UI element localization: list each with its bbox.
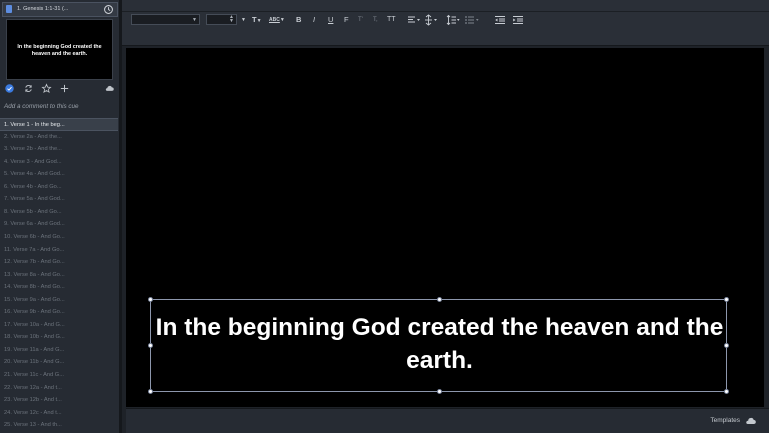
cue-title: 1. Genesis 1:1-31 (... <box>17 6 69 12</box>
verse-list-item[interactable]: 15. Verse 9a - And Go... <box>0 294 118 307</box>
resize-handle-top-left[interactable] <box>148 297 153 302</box>
font-family-select[interactable]: ▼ <box>131 14 200 25</box>
resize-handle-left[interactable] <box>148 343 153 348</box>
verse-list-item[interactable]: 19. Verse 11a - And G... <box>0 344 118 357</box>
verse-list-item[interactable]: 1. Verse 1 - In the beg... <box>0 118 118 131</box>
templates-button[interactable]: Templates <box>710 417 740 424</box>
panel-divider[interactable] <box>119 0 122 433</box>
superscript-button[interactable]: T' <box>358 14 363 26</box>
uppercase-button[interactable]: TT <box>387 14 396 26</box>
slide-canvas[interactable]: In the beginning God created the heaven … <box>126 48 764 407</box>
resize-handle-top-right[interactable] <box>724 297 729 302</box>
verse-list-item[interactable]: 5. Verse 4a - And God... <box>0 168 118 181</box>
verse-list-item[interactable]: 23. Verse 12b - And t... <box>0 394 118 407</box>
stepper-icon: ▲ ▼ <box>229 14 234 24</box>
refresh-icon[interactable] <box>23 83 34 94</box>
verse-list-item[interactable]: 22. Verse 12a - And t... <box>0 382 118 395</box>
bold-button[interactable]: B <box>296 14 301 26</box>
vertical-align-icon[interactable] <box>424 14 438 26</box>
highlight-label: ABC <box>269 17 280 23</box>
verse-list-item[interactable]: 21. Verse 11c - And G... <box>0 369 118 382</box>
verse-list-item[interactable]: 16. Verse 9b - And Go... <box>0 306 118 319</box>
verse-list-item[interactable]: 9. Verse 6a - And God... <box>0 218 118 231</box>
resize-handle-bottom-right[interactable] <box>724 389 729 394</box>
verse-list-item[interactable]: 17. Verse 10a - And G... <box>0 319 118 332</box>
thumbnail-toolbar <box>0 81 120 96</box>
cue-comment-input[interactable]: Add a comment to this cue <box>4 101 116 113</box>
resize-handle-right[interactable] <box>724 343 729 348</box>
cue-panel: 1. Genesis 1:1-31 (... In the beginning … <box>0 0 120 433</box>
subscript-button[interactable]: T, <box>373 14 378 26</box>
verse-list-item[interactable]: 4. Verse 3 - And God... <box>0 156 118 169</box>
cloud-icon[interactable] <box>745 416 757 425</box>
text-format-toolbar: ▼ ▲ ▼ ▼ T▼ ABC▼ B I U F T' T, TT <box>122 0 769 46</box>
verse-list: 1. Verse 1 - In the beg... 2. Verse 2a - … <box>0 118 118 433</box>
resize-handle-top[interactable] <box>436 297 442 302</box>
text-align-icon[interactable] <box>407 14 421 26</box>
resize-handle-bottom-left[interactable] <box>148 389 153 394</box>
clock-icon[interactable] <box>103 4 114 15</box>
add-icon[interactable] <box>59 83 70 94</box>
verse-list-item[interactable]: 10. Verse 6b - And Go... <box>0 231 118 244</box>
indent-icon[interactable] <box>512 14 524 26</box>
chevron-down-icon: ▼ <box>256 18 262 24</box>
strikethrough-button[interactable]: F <box>344 14 349 26</box>
chevron-down-icon: ▼ <box>192 17 197 23</box>
thumbnail-text: In the beginning God created the heaven … <box>17 44 102 57</box>
chevron-down-icon: ▼ <box>279 17 285 23</box>
verse-list-item[interactable]: 3. Verse 2b - And the... <box>0 143 118 156</box>
resize-handle-bottom[interactable] <box>436 389 442 394</box>
italic-button[interactable]: I <box>313 14 315 26</box>
verse-list-item[interactable]: 20. Verse 11b - And G... <box>0 356 118 369</box>
cue-header[interactable]: 1. Genesis 1:1-31 (... <box>2 2 118 17</box>
verse-list-item[interactable]: 2. Verse 2a - And the... <box>0 131 118 144</box>
verse-list-item[interactable]: 8. Verse 5b - And Go... <box>0 206 118 219</box>
verse-list-item[interactable]: 13. Verse 8a - And Go... <box>0 269 118 282</box>
line-spacing-icon[interactable] <box>446 14 460 26</box>
font-size-input[interactable]: ▲ ▼ <box>206 14 237 25</box>
star-icon[interactable] <box>41 83 52 94</box>
text-color-button[interactable]: T▼ <box>252 14 262 26</box>
verse-list-item[interactable]: 6. Verse 4b - And Go... <box>0 181 118 194</box>
verse-list-item[interactable]: 24. Verse 12c - And t... <box>0 407 118 420</box>
highlight-button[interactable]: ABC▼ <box>269 14 285 26</box>
size-dropdown-icon[interactable]: ▼ <box>241 14 246 26</box>
outdent-icon[interactable] <box>494 14 506 26</box>
verse-list-item[interactable]: 25. Verse 13 - And th... <box>0 419 118 432</box>
slide-text-box[interactable]: In the beginning God created the heaven … <box>148 297 729 394</box>
slide-text[interactable]: In the beginning God created the heaven … <box>151 311 728 377</box>
verse-list-item[interactable]: 18. Verse 10b - And G... <box>0 331 118 344</box>
verse-list-item[interactable]: 7. Verse 5a - And God... <box>0 193 118 206</box>
bottom-bar: Templates <box>126 408 769 433</box>
cue-thumbnail[interactable]: In the beginning God created the heaven … <box>6 19 113 80</box>
document-icon <box>6 5 12 13</box>
toolbar-divider <box>122 11 769 12</box>
verse-list-item[interactable]: 11. Verse 7a - And Go... <box>0 244 118 257</box>
check-badge-icon[interactable] <box>4 83 15 94</box>
underline-button[interactable]: U <box>328 14 333 26</box>
verse-list-item[interactable]: 12. Verse 7b - And Go... <box>0 256 118 269</box>
bullet-list-icon[interactable] <box>464 14 482 26</box>
verse-list-item[interactable]: 14. Verse 8b - And Go... <box>0 281 118 294</box>
cloud-icon[interactable] <box>104 83 115 94</box>
